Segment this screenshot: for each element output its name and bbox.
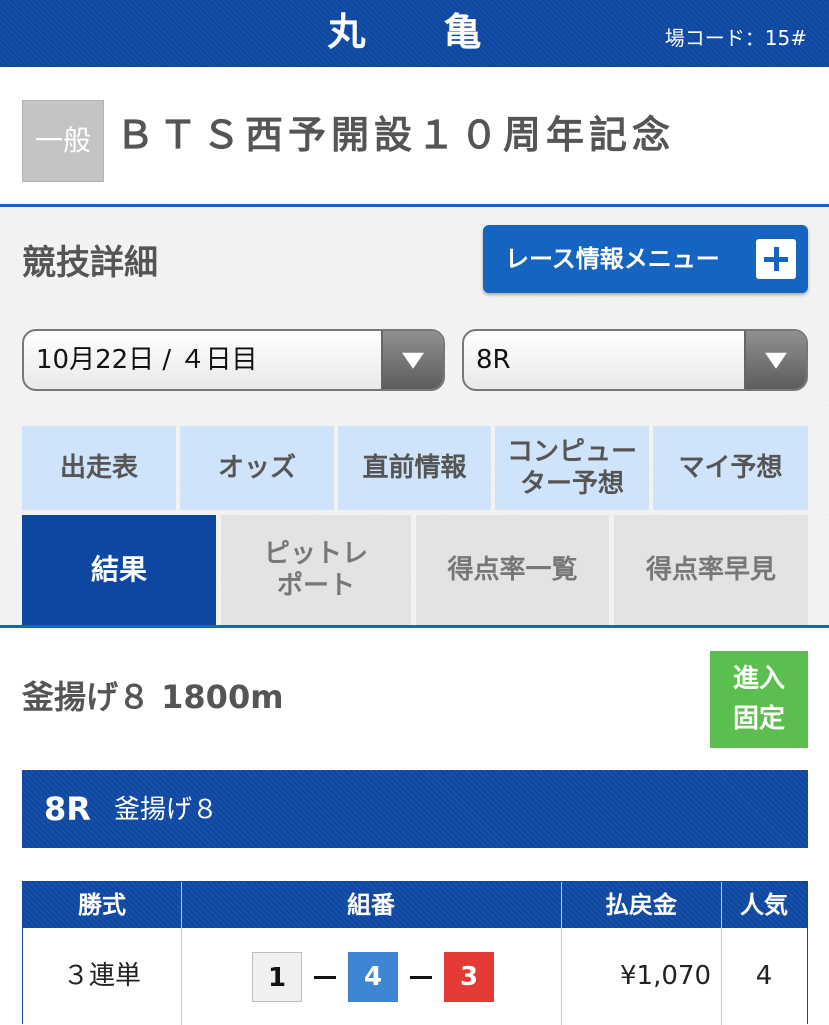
tab-computer-prediction[interactable]: コンピュー ター予想 — [495, 426, 649, 510]
tab-pit-report[interactable]: ピットレ ポート — [221, 515, 411, 625]
col-header-type: 勝式 — [23, 882, 181, 928]
app-header: 丸 亀 場コード：15# — [0, 0, 829, 67]
tab-label-line2: ポート — [276, 571, 355, 601]
boat-number-1: 1 — [252, 952, 302, 1002]
section-title: 競技詳細 — [22, 243, 158, 283]
venue-code: 場コード：15# — [664, 26, 807, 50]
race-detail-section: 競技詳細 レース情報メニュー 10月22日 / ４日目 8R 出走表 オッズ 直… — [0, 207, 829, 625]
tab-label: 得点率早見 — [645, 555, 776, 585]
combo-separator — [314, 976, 336, 979]
boat-number-4: 4 — [348, 952, 398, 1002]
tab-result[interactable]: 結果 — [22, 515, 216, 625]
race-title-bar: 一般 ＢＴＳ西予開設１０周年記念 — [0, 67, 829, 204]
chevron-down-icon — [381, 331, 443, 389]
race-number: 8R — [44, 790, 91, 828]
tab-label: 結果 — [90, 553, 147, 586]
chevron-down-icon — [744, 331, 806, 389]
tab-pre-race-info[interactable]: 直前情報 — [338, 426, 491, 510]
badge-line1: 進入 — [732, 664, 785, 694]
tab-score-rate-list[interactable]: 得点率一覧 — [416, 515, 609, 625]
grade-badge: 一般 — [22, 100, 104, 182]
payout-table: 勝式 組番 払戻金 人気 ３連単 1 4 3 ¥1,070 4 — [22, 881, 808, 1025]
column-divider — [181, 882, 182, 1025]
tab-label: 得点率一覧 — [447, 555, 578, 585]
payout-amount: ¥1,070 — [620, 961, 711, 991]
tab-label: ピットレ — [263, 539, 368, 569]
bet-type: ３連単 — [62, 961, 141, 991]
popularity-rank: 4 — [755, 961, 773, 991]
tab-label-line2: ター予想 — [519, 469, 624, 499]
fixed-entry-badge: 進入 固定 — [710, 651, 808, 748]
col-header-amount: 払戻金 — [561, 882, 721, 928]
race-name: 釜揚げ８ — [114, 795, 219, 825]
race-select-value: 8R — [476, 345, 511, 375]
race-info-menu-button[interactable]: レース情報メニュー — [483, 225, 808, 293]
date-select[interactable]: 10月22日 / ４日目 — [22, 329, 445, 391]
tab-label: コンピュー — [506, 437, 637, 467]
race-title: ＢＴＳ西予開設１０周年記念 — [116, 113, 676, 157]
tab-label: 直前情報 — [362, 453, 467, 483]
race-heading: 釜揚げ８ 1800m — [22, 678, 284, 716]
plus-icon — [756, 239, 796, 279]
tab-label: マイ予想 — [678, 453, 783, 483]
race-select[interactable]: 8R — [462, 329, 808, 391]
race-banner: 8R 釜揚げ８ — [22, 770, 808, 848]
tab-my-prediction[interactable]: マイ予想 — [653, 426, 808, 510]
tab-label: 出走表 — [59, 453, 138, 483]
date-select-value: 10月22日 / ４日目 — [36, 345, 258, 375]
tab-entry-list[interactable]: 出走表 — [22, 426, 176, 510]
divider — [0, 625, 829, 628]
tab-odds[interactable]: オッズ — [180, 426, 334, 510]
tab-score-rate-chart[interactable]: 得点率早見 — [614, 515, 808, 625]
badge-line2: 固定 — [732, 704, 785, 734]
col-header-combo: 組番 — [181, 882, 561, 928]
combo-separator — [410, 976, 432, 979]
race-info-menu-label: レース情報メニュー — [505, 245, 720, 273]
tab-label: オッズ — [217, 453, 296, 483]
boat-number-3: 3 — [444, 952, 494, 1002]
col-header-popularity: 人気 — [721, 882, 807, 928]
